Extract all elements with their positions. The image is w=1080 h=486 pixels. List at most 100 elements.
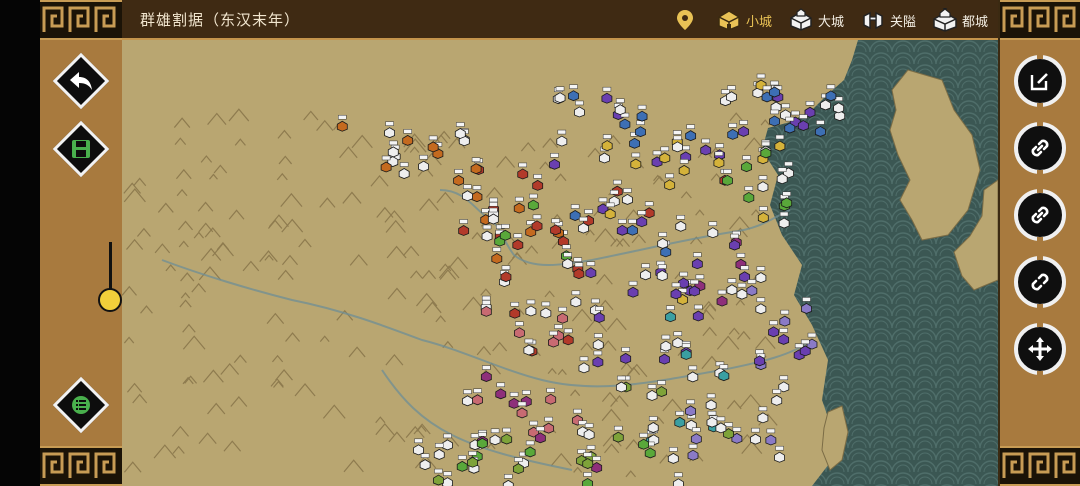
city-marker[interactable] — [591, 456, 603, 473]
city-marker[interactable] — [672, 331, 684, 349]
edit-button[interactable] — [1014, 55, 1066, 107]
city-marker[interactable] — [487, 207, 499, 225]
city-marker[interactable] — [627, 280, 639, 298]
city-marker[interactable] — [801, 297, 812, 314]
menu-button[interactable] — [52, 376, 110, 434]
city-marker[interactable] — [601, 86, 613, 104]
city-marker[interactable] — [454, 122, 466, 139]
city-marker[interactable] — [583, 423, 595, 440]
city-marker[interactable] — [715, 416, 727, 434]
city-marker[interactable] — [616, 219, 628, 236]
city-marker[interactable] — [472, 388, 483, 406]
city-marker[interactable] — [585, 261, 597, 279]
city-marker[interactable] — [569, 204, 581, 221]
city-marker[interactable] — [413, 438, 424, 456]
city-marker[interactable] — [516, 401, 528, 419]
city-marker[interactable] — [705, 393, 717, 411]
city-marker[interactable] — [557, 306, 568, 324]
city-marker[interactable] — [647, 416, 659, 433]
city-marker[interactable] — [636, 104, 648, 122]
city-marker[interactable] — [550, 218, 562, 236]
back-button[interactable] — [52, 52, 110, 110]
city-marker[interactable] — [615, 375, 627, 393]
city-marker[interactable] — [534, 426, 546, 444]
city-marker[interactable] — [548, 330, 559, 348]
city-marker[interactable] — [574, 100, 585, 118]
city-marker[interactable] — [690, 427, 702, 445]
city-marker[interactable] — [543, 416, 555, 434]
city-marker[interactable] — [568, 84, 579, 102]
unlink-button[interactable] — [1014, 256, 1066, 308]
city-marker[interactable] — [776, 167, 788, 185]
city-marker[interactable] — [692, 304, 704, 322]
city-marker[interactable] — [643, 201, 655, 219]
city-marker[interactable] — [480, 365, 492, 382]
city-marker[interactable] — [480, 300, 492, 317]
city-marker[interactable] — [627, 218, 638, 236]
city-marker[interactable] — [750, 427, 761, 445]
city-marker[interactable] — [707, 221, 719, 239]
city-marker[interactable] — [398, 162, 410, 179]
city-marker[interactable] — [757, 175, 769, 193]
city-marker[interactable] — [620, 347, 632, 364]
city-marker[interactable] — [779, 309, 791, 327]
city-marker[interactable] — [612, 425, 624, 443]
city-marker[interactable] — [755, 297, 767, 315]
city-marker[interactable] — [593, 306, 605, 323]
city-marker[interactable] — [573, 262, 585, 280]
city-marker[interactable] — [769, 80, 780, 98]
city-marker[interactable] — [691, 252, 703, 270]
city-marker[interactable] — [771, 389, 783, 406]
city-marker[interactable] — [462, 184, 473, 202]
city-marker[interactable] — [656, 264, 668, 282]
city-marker[interactable] — [746, 279, 758, 296]
city-marker[interactable] — [741, 155, 752, 173]
city-marker[interactable] — [687, 365, 699, 383]
city-marker[interactable] — [562, 328, 574, 346]
city-marker[interactable] — [726, 85, 737, 103]
city-marker[interactable] — [769, 109, 780, 127]
city-marker[interactable] — [467, 450, 478, 468]
city-marker[interactable] — [736, 282, 748, 300]
city-marker[interactable] — [524, 440, 536, 458]
city-marker[interactable] — [491, 247, 503, 264]
legend-small-city[interactable]: 小城 — [716, 8, 772, 32]
city-marker[interactable] — [675, 215, 687, 232]
legend-pass[interactable]: 关隘 — [860, 8, 916, 32]
city-marker[interactable] — [774, 445, 785, 463]
city-marker[interactable] — [729, 233, 740, 251]
city-marker[interactable] — [527, 193, 539, 211]
city-marker[interactable] — [554, 86, 566, 104]
city-marker[interactable] — [722, 169, 733, 186]
city-marker[interactable] — [380, 155, 392, 173]
link-button[interactable] — [1014, 122, 1066, 174]
city-marker[interactable] — [458, 219, 470, 236]
city-marker[interactable] — [797, 114, 809, 131]
legend-big-city[interactable]: 大城 — [788, 8, 844, 32]
city-marker[interactable] — [523, 338, 535, 356]
city-marker[interactable] — [713, 151, 725, 169]
city-marker[interactable] — [660, 334, 672, 352]
city-marker[interactable] — [433, 443, 445, 460]
city-marker[interactable] — [755, 266, 767, 284]
city-marker[interactable] — [481, 224, 493, 242]
city-marker[interactable] — [743, 186, 755, 203]
city-marker[interactable] — [562, 252, 574, 270]
city-marker[interactable] — [672, 135, 683, 153]
city-marker[interactable] — [778, 211, 790, 229]
city-marker[interactable] — [768, 320, 779, 338]
city-marker[interactable] — [456, 455, 468, 472]
city-marker[interactable] — [716, 289, 728, 307]
city-marker[interactable] — [384, 121, 395, 139]
city-marker[interactable] — [427, 135, 439, 153]
city-marker[interactable] — [738, 120, 749, 137]
city-marker[interactable] — [781, 191, 793, 209]
city-marker[interactable] — [765, 428, 777, 446]
city-marker[interactable] — [619, 112, 631, 130]
city-marker[interactable] — [706, 410, 718, 428]
city-marker[interactable] — [545, 387, 557, 405]
city-marker[interactable] — [495, 382, 507, 400]
city-marker[interactable] — [549, 153, 560, 170]
city-marker[interactable] — [601, 134, 613, 152]
city-marker[interactable] — [678, 159, 690, 176]
